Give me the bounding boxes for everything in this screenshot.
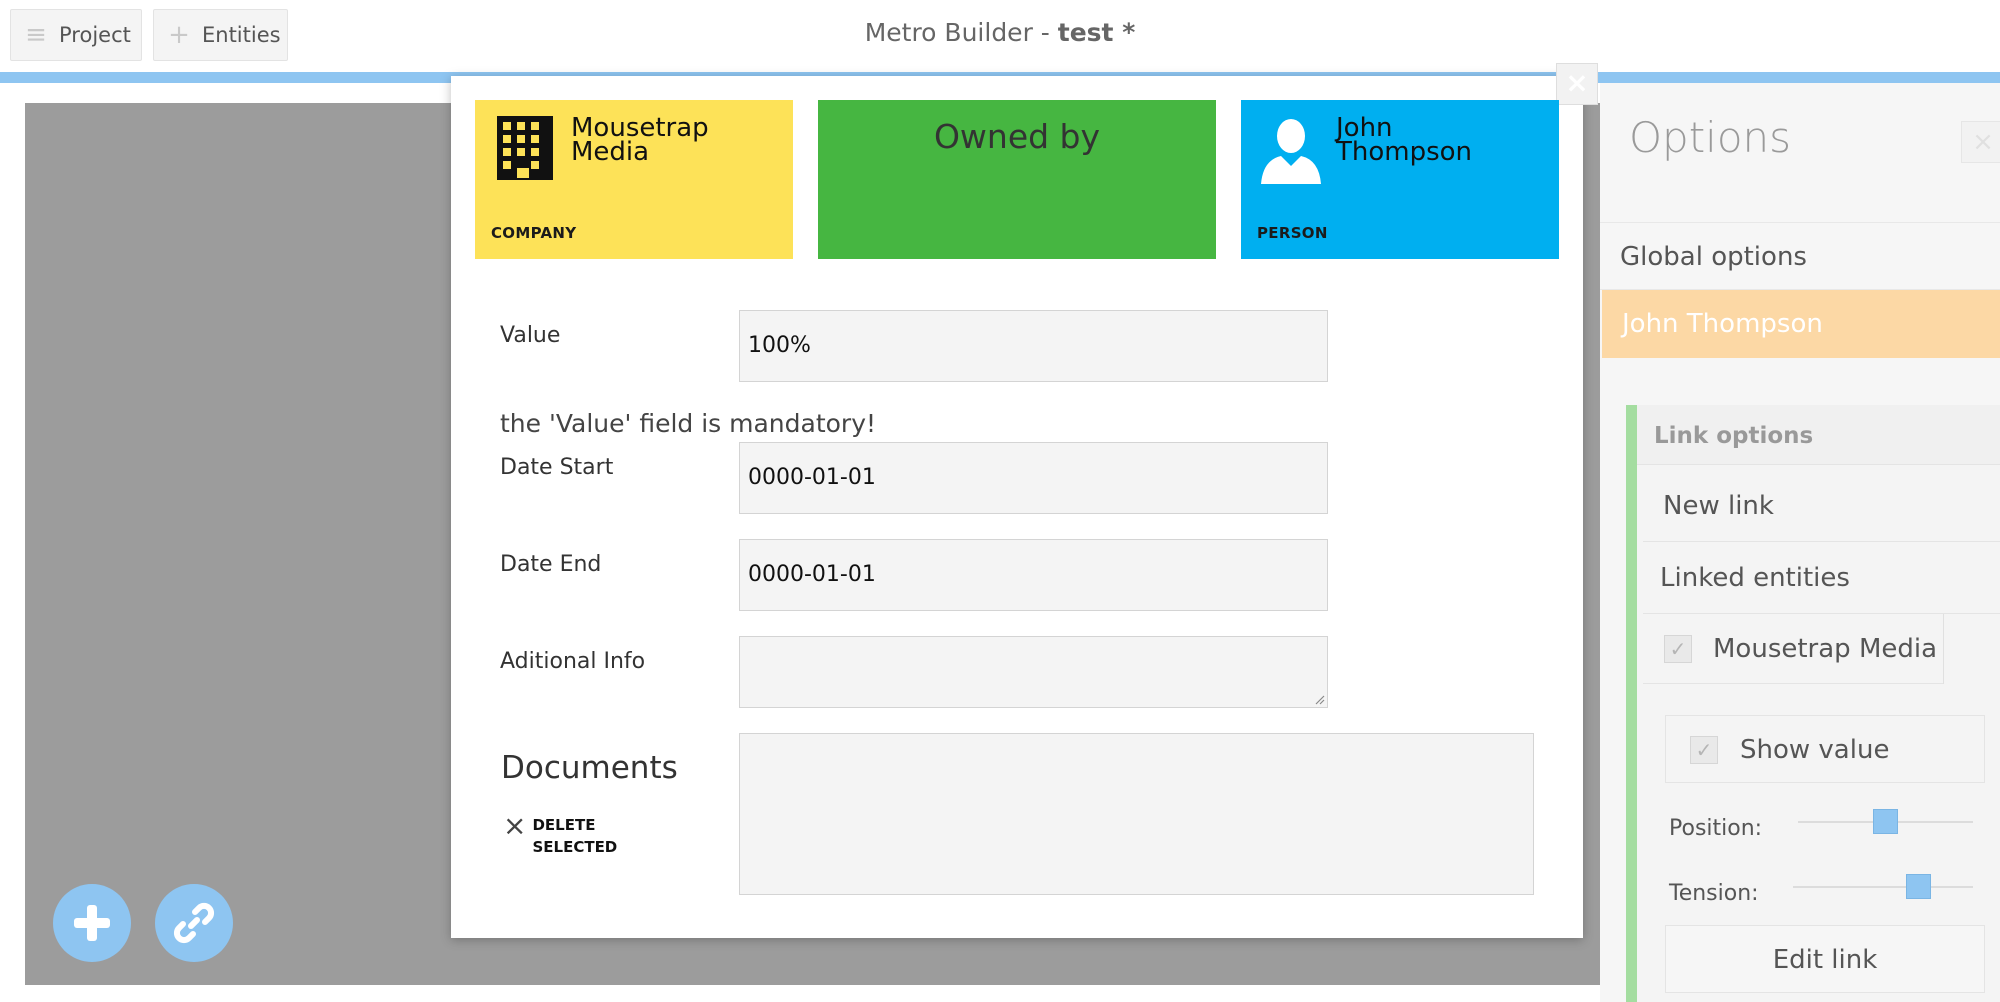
- tension-label: Tension:: [1669, 881, 1759, 906]
- selected-entity-label: John Thompson: [1622, 309, 1823, 339]
- relation-label: Owned by: [933, 117, 1101, 156]
- link-color-bar: [1626, 405, 1637, 1002]
- edit-link-button[interactable]: Edit link: [1665, 925, 1985, 993]
- top-bar: ≡ Project + Entities Metro Builder - tes…: [0, 0, 2000, 72]
- global-options-section[interactable]: Global options: [1600, 222, 2000, 290]
- documents-list[interactable]: [739, 733, 1534, 895]
- add-entity-button[interactable]: [53, 884, 131, 962]
- delete-selected-button[interactable]: × DELETE SELECTED: [503, 809, 617, 858]
- delete-line-1: DELETE: [532, 816, 596, 834]
- relation-tile: Owned by: [818, 100, 1216, 259]
- close-icon: ×: [1972, 127, 1994, 157]
- show-value-label: Show value: [1740, 735, 1890, 765]
- options-title: Options: [1629, 113, 1792, 162]
- linked-entity-expand[interactable]: [1943, 614, 2000, 684]
- documents-title: Documents: [501, 750, 678, 786]
- person-type-label: PERSON: [1257, 224, 1328, 242]
- project-name: test *: [1057, 18, 1136, 47]
- selected-entity-section[interactable]: John Thompson: [1602, 290, 2000, 358]
- linked-entity-name: Mousetrap Media: [1713, 634, 1938, 664]
- company-type-label: COMPANY: [491, 224, 577, 242]
- company-tile[interactable]: Mousetrap Media COMPANY: [475, 100, 793, 259]
- person-icon: [1261, 119, 1321, 184]
- building-icon: [497, 116, 553, 180]
- value-input[interactable]: 100%: [739, 310, 1328, 382]
- show-value-toggle[interactable]: ✓ Show value: [1665, 715, 1985, 783]
- global-options-label: Global options: [1620, 242, 1807, 272]
- additional-info-textarea[interactable]: [739, 636, 1328, 708]
- date-end-label: Date End: [500, 552, 602, 577]
- options-close-button[interactable]: ×: [1961, 121, 2000, 163]
- value-label: Value: [500, 323, 561, 348]
- link-options-header: Link options: [1637, 405, 2000, 465]
- dialog-close-button[interactable]: ×: [1556, 63, 1598, 105]
- resize-handle-icon[interactable]: [1313, 693, 1325, 705]
- company-name: Mousetrap Media: [571, 113, 709, 167]
- position-slider-handle[interactable]: [1873, 809, 1898, 834]
- link-icon: [173, 902, 215, 944]
- app-root: ≡ Project + Entities Metro Builder - tes…: [0, 0, 2000, 1002]
- tension-slider-handle[interactable]: [1906, 874, 1931, 899]
- date-start-label: Date Start: [500, 455, 614, 480]
- app-name: Metro Builder -: [864, 18, 1058, 47]
- add-link-button[interactable]: [155, 884, 233, 962]
- check-icon: ✓: [1695, 738, 1713, 762]
- link-options-label: Link options: [1654, 423, 1814, 449]
- delete-selected-label: DELETE SELECTED: [532, 814, 617, 858]
- plus-icon: [74, 905, 110, 941]
- person-name: John Thompson: [1336, 113, 1473, 167]
- linked-entity-checkbox[interactable]: ✓: [1664, 635, 1692, 663]
- additional-info-label: Aditional Info: [500, 649, 646, 674]
- delete-line-2: SELECTED: [532, 838, 618, 856]
- new-link-label: New link: [1663, 491, 1774, 521]
- linked-entities-section[interactable]: Linked entities: [1643, 542, 2000, 614]
- date-start-input[interactable]: 0000-01-01: [739, 442, 1328, 514]
- person-tile[interactable]: John Thompson PERSON: [1241, 100, 1559, 259]
- show-value-checkbox[interactable]: ✓: [1690, 736, 1718, 764]
- app-title: Metro Builder - test *: [0, 18, 2000, 47]
- date-end-input[interactable]: 0000-01-01: [739, 539, 1328, 611]
- edit-link-label: Edit link: [1772, 945, 1878, 975]
- x-icon: ×: [503, 809, 527, 842]
- new-link-item[interactable]: New link: [1643, 470, 2000, 542]
- position-label: Position:: [1669, 816, 1763, 841]
- tension-slider[interactable]: [1793, 886, 1973, 888]
- linked-entities-label: Linked entities: [1660, 563, 1850, 593]
- check-icon: ✓: [1669, 637, 1687, 661]
- close-icon: ×: [1565, 66, 1589, 99]
- validation-message: the 'Value' field is mandatory!: [500, 409, 877, 438]
